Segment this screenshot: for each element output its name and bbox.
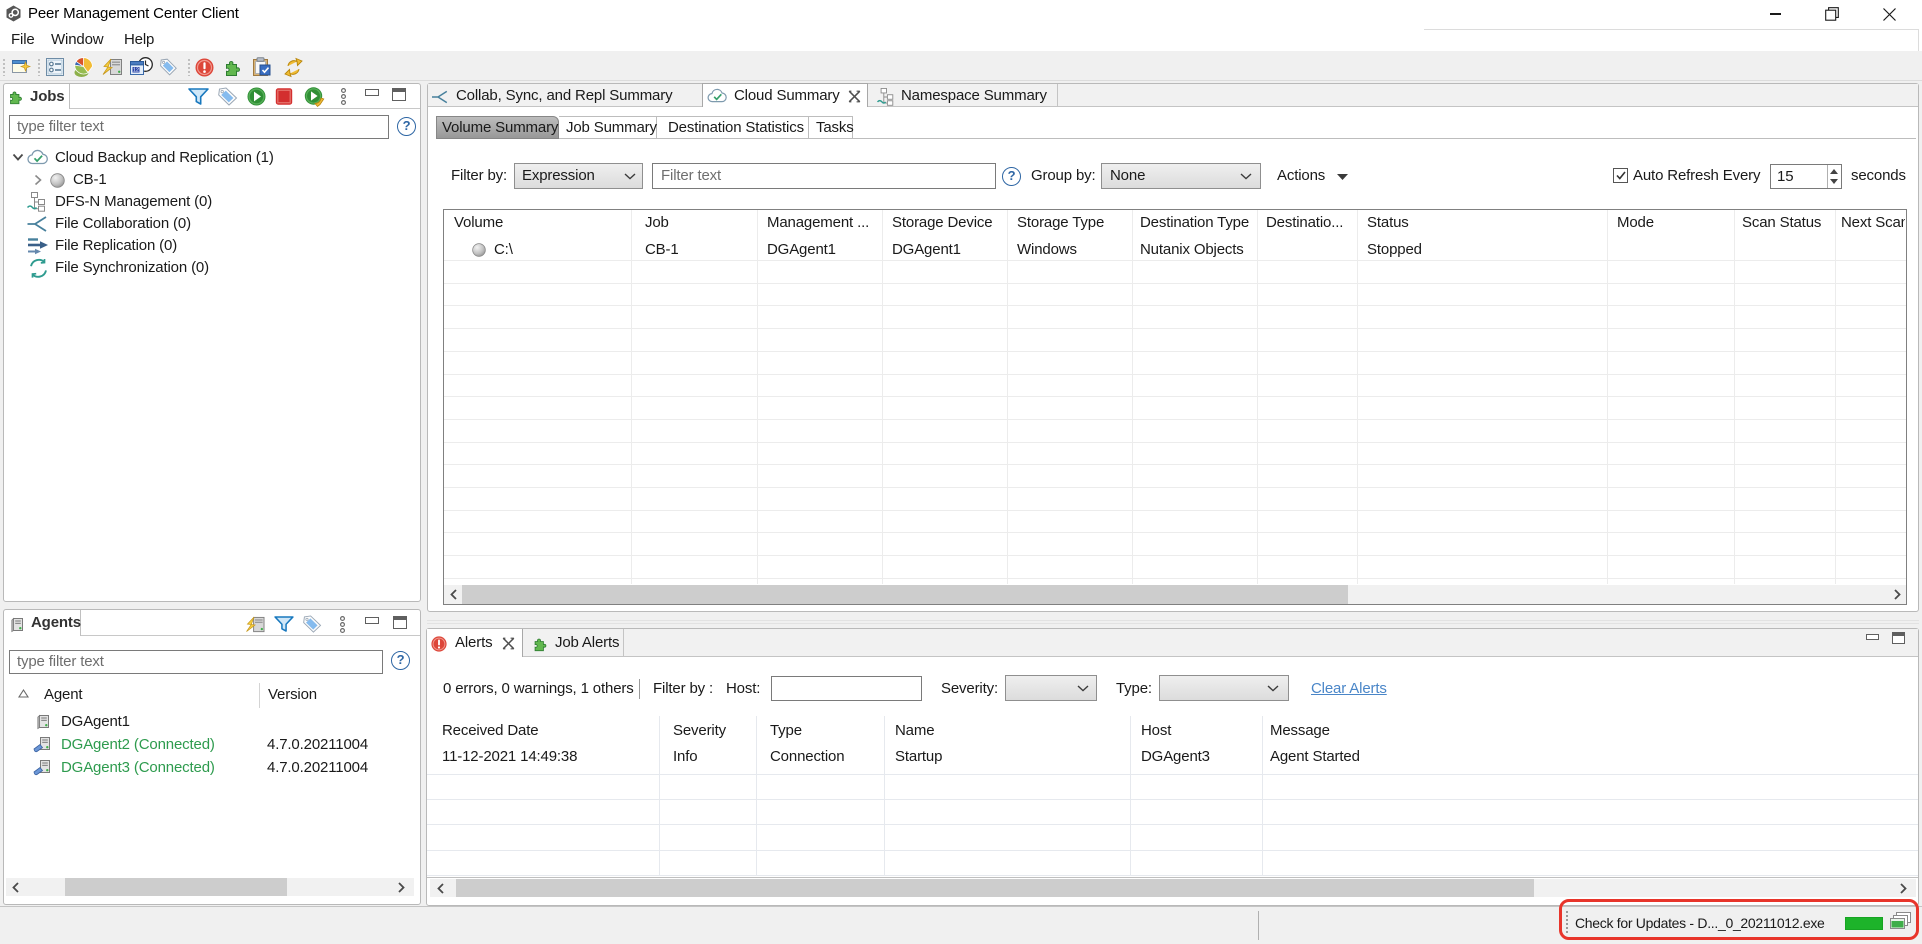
svg-text:12: 12	[133, 68, 139, 74]
